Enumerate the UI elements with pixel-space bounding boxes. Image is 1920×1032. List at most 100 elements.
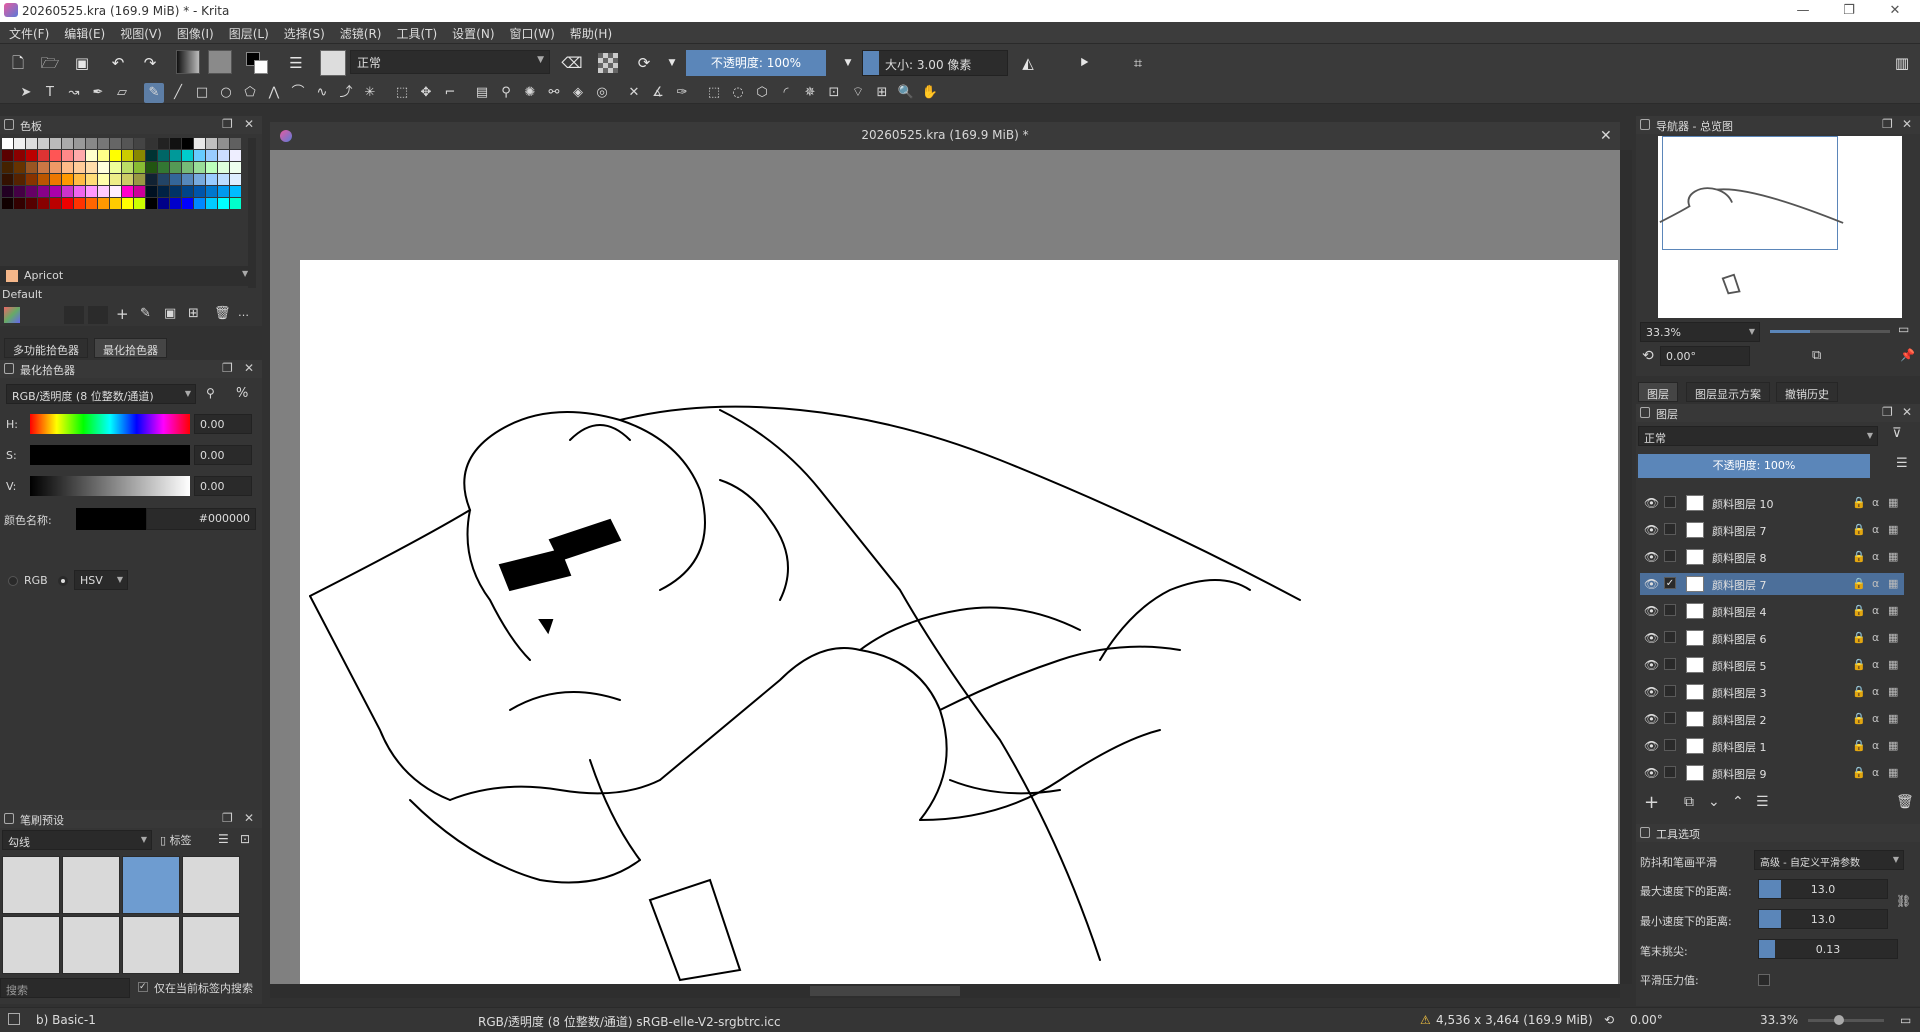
menu-file[interactable]: 文件(F) [0,22,55,42]
swatch-cell[interactable] [50,150,61,161]
s-value[interactable]: 0.00 [194,445,252,465]
layer-select-checkbox[interactable] [1664,550,1676,562]
brush-preset-thumb[interactable] [320,50,346,76]
size-slider[interactable]: 大小: 3.00 像素 [862,50,1008,76]
swatch-cell[interactable] [194,186,205,197]
select-shapes-icon[interactable]: ➤ [16,83,36,103]
swatch-cell[interactable] [38,186,49,197]
tab-layers[interactable]: 图层 [1638,382,1678,402]
fg-slot[interactable] [64,306,84,324]
alpha-icon[interactable]: α [1872,523,1879,536]
swatch-cell[interactable] [74,198,85,209]
brush-search-input[interactable]: 搜索 [0,978,130,998]
new-file-icon[interactable]: 🗋 [6,51,30,75]
save-palette-icon[interactable]: ▣ [164,306,176,321]
swatch-cell[interactable] [14,174,25,185]
brush-basic-1[interactable] [122,856,180,914]
swatch-cell[interactable] [230,150,241,161]
hue-slider[interactable] [30,414,190,434]
swatch-cell[interactable] [110,162,121,173]
mirror-vertical-icon[interactable]: ⯈ [1072,51,1096,75]
polygon-tool-icon[interactable]: ⬠ [240,83,260,103]
swatch-cell[interactable] [134,150,145,161]
list-view-icon[interactable]: ☰ [218,832,229,846]
swatch-cell[interactable] [110,186,121,197]
document-tab[interactable]: 20260525.kra (169.9 MiB) * ✕ [270,122,1620,150]
eye-icon[interactable]: 👁 [1644,658,1659,672]
menu-tools[interactable]: 工具(T) [387,22,443,42]
mirror-view-icon[interactable]: ⧉ [1812,348,1821,363]
menu-window[interactable]: 窗口(W) [501,22,561,42]
color-model-select[interactable]: RGB/透明度 (8 位整数/通道) ▼ [6,384,196,404]
zoom-select[interactable]: 33.3% ▼ [1640,322,1760,342]
move-up-icon[interactable]: ⌃ [1732,794,1744,810]
swatch-cell[interactable] [74,138,85,149]
float-icon[interactable]: ❐ [222,811,233,825]
gradient-edit-icon[interactable]: ▱ [112,83,132,103]
chain-link-icon[interactable]: ⛓ [1896,894,1911,908]
pin-icon[interactable]: 📌 [1900,348,1915,362]
delete-layer-icon[interactable]: 🗑 [1896,794,1914,810]
inherit-alpha-icon[interactable]: ▦ [1888,766,1898,779]
inherit-alpha-icon[interactable]: ▦ [1888,550,1898,563]
swatch-cell[interactable] [218,150,229,161]
float-icon[interactable]: ❐ [222,117,233,131]
ellipse-tool-icon[interactable]: ○ [216,83,236,103]
swatch-cell[interactable] [86,198,97,209]
eye-icon[interactable]: 👁 [1644,577,1659,591]
alpha-lock-icon[interactable] [598,53,618,73]
v-value[interactable]: 0.00 [194,476,252,496]
lock-icon[interactable]: 🔒 [1852,766,1866,779]
brush-blue-pencil[interactable] [62,856,120,914]
value-slider[interactable] [30,476,190,496]
rotate-icon[interactable]: ⟲ [1642,348,1654,364]
swatch-cell[interactable] [86,150,97,161]
swatch-cell[interactable] [14,186,25,197]
bg-slot[interactable] [88,306,108,324]
blend-mode-select[interactable]: 正常 ▼ [350,50,550,74]
swatch-cell[interactable] [206,198,217,209]
swatch-cell[interactable] [122,174,133,185]
pin-icon[interactable]: ✑ [672,83,692,103]
swatch-cell[interactable] [182,198,193,209]
inherit-alpha-icon[interactable]: ▦ [1888,604,1898,617]
swatch-cell[interactable] [2,162,13,173]
swatch-cell[interactable] [170,162,181,173]
lock-icon[interactable]: 🔒 [1852,685,1866,698]
alpha-icon[interactable]: α [1872,739,1879,752]
inherit-alpha-icon[interactable]: ▦ [1888,658,1898,671]
tab-advanced-picker[interactable]: 多功能拾色器 [4,338,88,358]
alpha-icon[interactable]: α [1872,631,1879,644]
layer-row[interactable]: 👁 颜料图层 7 🔒 α ▦ [1640,519,1904,541]
swatch-cell[interactable] [122,162,133,173]
calligraphy-icon[interactable]: ✒ [88,83,108,103]
edit-swatch-icon[interactable]: ✎ [140,306,151,321]
swatch-cell[interactable] [218,138,229,149]
close-window-button[interactable]: ✕ [1872,0,1918,22]
swatch-cell[interactable] [38,150,49,161]
enclose-fill-icon[interactable]: ◎ [592,83,612,103]
pattern-swatch[interactable] [208,50,232,74]
redo-icon[interactable]: ↷ [138,51,162,75]
swatch-cell[interactable] [38,162,49,173]
swatch-cell[interactable] [146,150,157,161]
move-tool-icon[interactable]: ✥ [416,83,436,103]
swatch-cell[interactable] [146,162,157,173]
swatch-cell[interactable] [182,162,193,173]
close-icon[interactable]: ✕ [244,361,254,375]
layer-opacity-slider[interactable]: 不透明度: 100% [1638,454,1870,478]
layer-row[interactable]: 👁 颜料图层 1 🔒 α ▦ [1640,735,1904,757]
swatch-cell[interactable] [182,138,193,149]
swatch-cell[interactable] [206,174,217,185]
swatch-cell[interactable] [194,138,205,149]
layer-row[interactable]: 👁 颜料图层 5 🔒 α ▦ [1640,654,1904,676]
text-tool-icon[interactable]: T [40,83,60,103]
swatch-cell[interactable] [218,186,229,197]
palette-grid-icon[interactable] [4,307,20,323]
swatch-cell[interactable] [26,174,37,185]
swatch-cell[interactable] [86,138,97,149]
menu-settings[interactable]: 设置(N) [443,22,500,42]
smoothing-select[interactable]: 高级 - 自定义平滑参数 ▼ [1754,850,1904,870]
swatch-cell[interactable] [110,150,121,161]
layer-select-checkbox[interactable] [1664,658,1676,670]
